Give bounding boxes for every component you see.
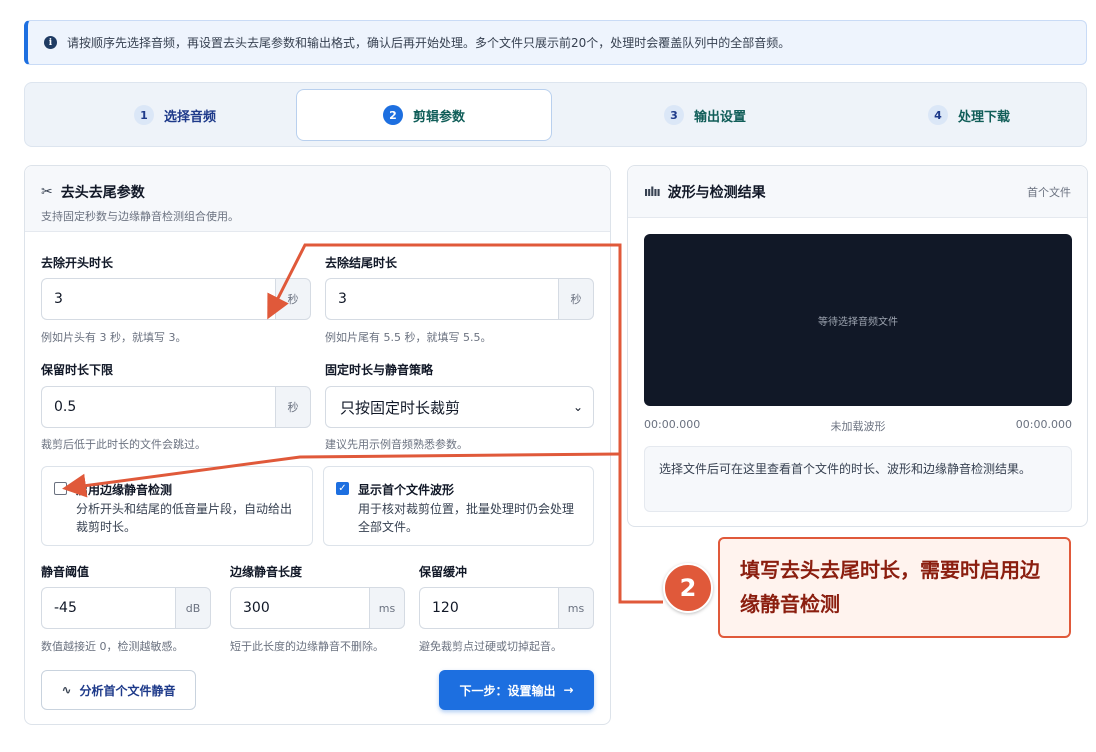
annotation-number-badge: 2 (663, 563, 713, 613)
annotation-callout: 填写去头去尾时长，需要时启用边缘静音检测 (718, 537, 1071, 638)
annotation-line-to-head-trim (267, 243, 663, 604)
annotation-arrows (62, 243, 663, 604)
page: i 请按顺序先选择音频，再设置去头去尾参数和输出格式，确认后再开始处理。多个文件… (0, 0, 1096, 752)
annotation-line-to-silence-checkbox (62, 452, 621, 498)
